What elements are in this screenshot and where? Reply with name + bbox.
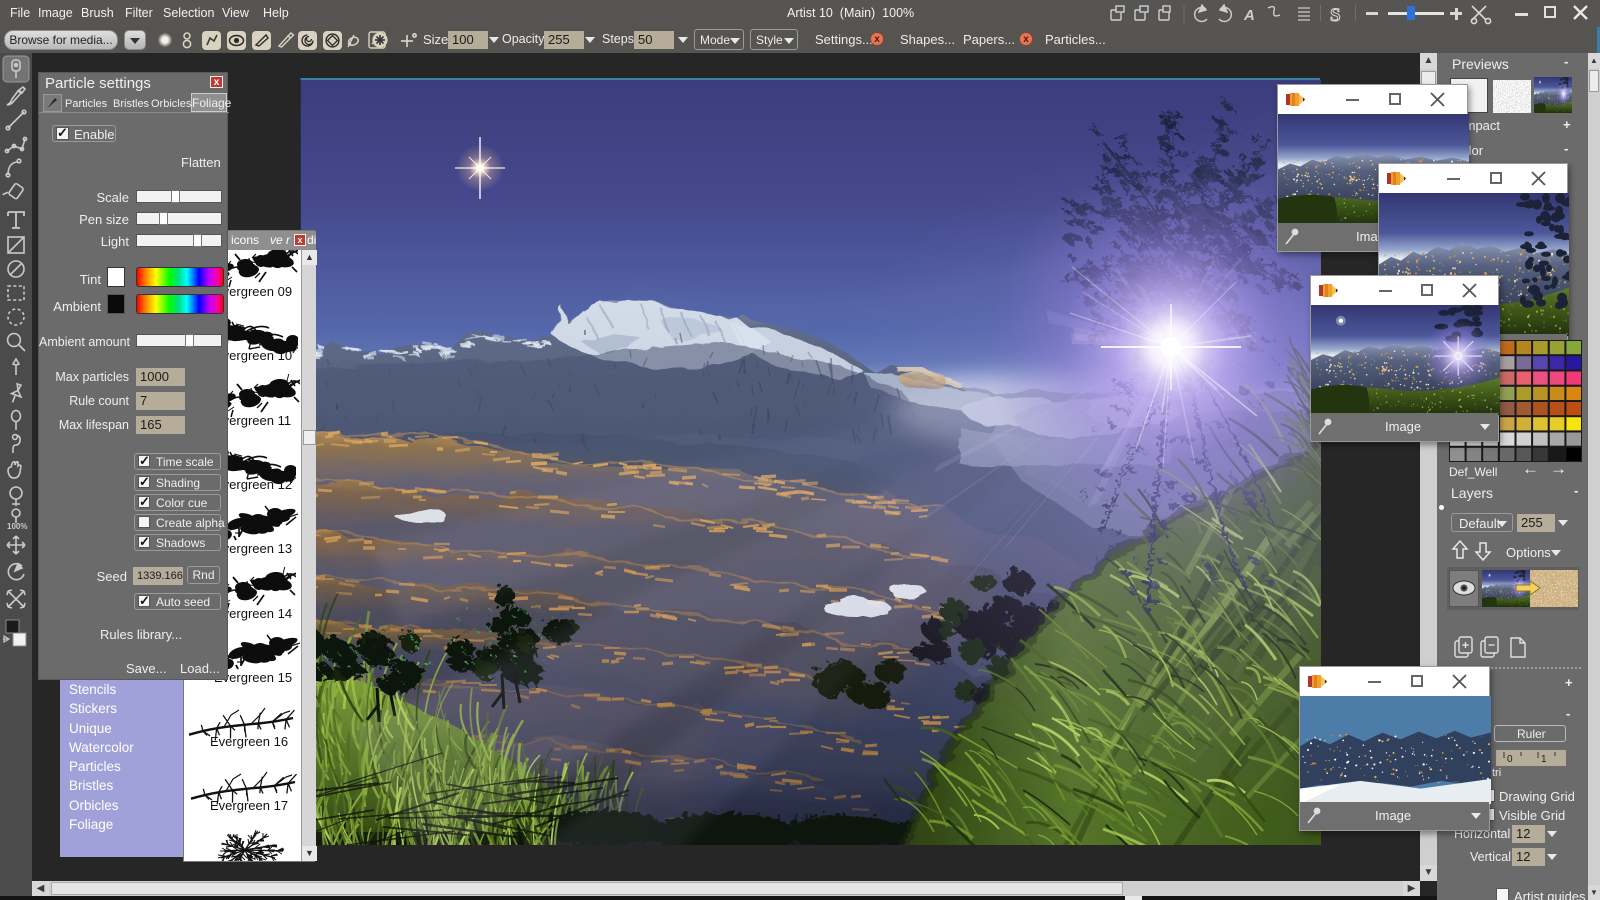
svg-text:S: S (1330, 5, 1341, 25)
svg-text:Evergreen 16: Evergreen 16 (210, 734, 288, 749)
svg-text:A: A (1243, 7, 1255, 24)
svg-text:Evergreen 17: Evergreen 17 (210, 798, 288, 813)
svg-text:0: 0 (1507, 754, 1513, 765)
svg-text:1: 1 (1541, 754, 1547, 765)
svg-text:100%: 100% (7, 522, 27, 531)
